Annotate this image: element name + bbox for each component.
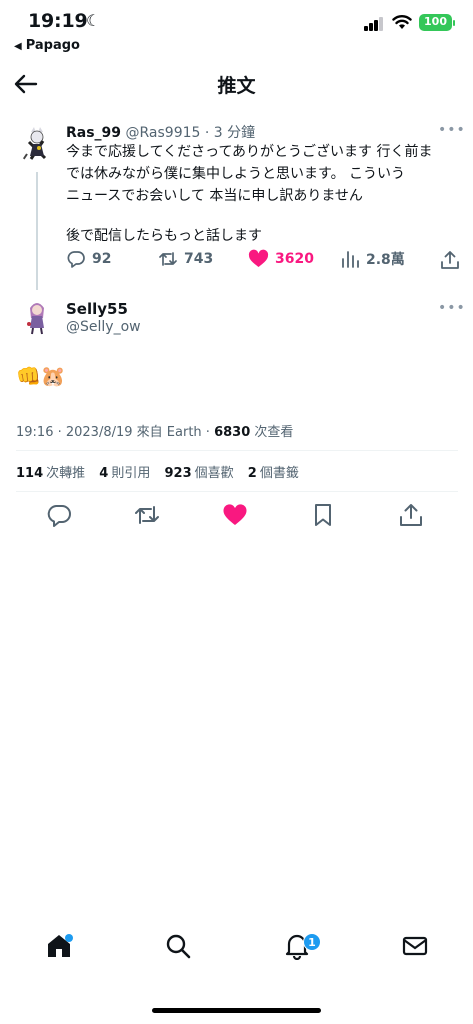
- like-button[interactable]: 3620: [248, 249, 314, 269]
- share-icon[interactable]: [440, 250, 460, 270]
- home-unread-dot: [65, 934, 73, 942]
- tweet-text-line: 今まで応援してくださってありがとうございます 行く前ま: [66, 144, 433, 160]
- reply-icon[interactable]: [46, 502, 72, 528]
- tweet-text: 👊🐹: [16, 364, 66, 388]
- views-count: 6830: [214, 425, 251, 440]
- retweets-stat[interactable]: 114 次轉推: [16, 466, 85, 481]
- tweet-time: 3 分鐘: [213, 125, 256, 141]
- more-options-icon[interactable]: •••: [438, 122, 466, 138]
- tweet-header: Ras_99 @Ras9915 · 3 分鐘: [66, 125, 256, 141]
- reply-icon: [67, 251, 85, 268]
- views-label: 次查看: [254, 425, 294, 440]
- tweet-detail-actions: [0, 502, 473, 532]
- tweet-source: 來自 Earth ·: [136, 425, 210, 440]
- tweet-timestamp: 19:16 · 2023/8/19: [16, 425, 133, 440]
- author-name[interactable]: Ras_99: [66, 125, 121, 141]
- divider: [16, 491, 458, 492]
- thread-line: [36, 172, 38, 290]
- bookmarks-stat[interactable]: 2 個書籤: [248, 466, 299, 481]
- avatar[interactable]: [17, 124, 57, 164]
- notifications-badge: 1: [303, 933, 321, 951]
- search-icon[interactable]: [164, 932, 192, 960]
- mail-icon[interactable]: [401, 932, 429, 960]
- home-indicator[interactable]: [152, 1008, 321, 1013]
- share-icon[interactable]: [398, 502, 424, 528]
- quotes-stat[interactable]: 4 則引用: [99, 466, 150, 481]
- more-options-icon[interactable]: •••: [438, 300, 466, 316]
- author-handle[interactable]: @Ras9915: [126, 125, 201, 141]
- author-name[interactable]: Selly55: [66, 300, 128, 318]
- retweet-icon[interactable]: [134, 502, 160, 528]
- retweet-icon: [159, 252, 177, 266]
- like-count: 3620: [275, 251, 314, 267]
- back-to-app-link[interactable]: ◀ Papago: [14, 38, 80, 53]
- tweet-stats: 114 次轉推 4 則引用 923 個喜歡 2 個書籤: [16, 462, 309, 481]
- reply-button[interactable]: 92: [66, 249, 111, 269]
- tweet-text-line: 後で配信したらもっと話します: [66, 228, 262, 244]
- retweet-button[interactable]: 743: [158, 249, 213, 269]
- status-bar: 19:19 ☾ ◀ Papago 100: [0, 0, 473, 58]
- cellular-signal-icon: [364, 17, 384, 31]
- retweet-count: 743: [184, 251, 214, 267]
- reply-count: 92: [92, 251, 112, 267]
- moon-icon: ☾: [86, 11, 101, 30]
- heart-icon[interactable]: [222, 502, 248, 528]
- battery-indicator: 100: [419, 14, 455, 31]
- avatar[interactable]: [17, 296, 57, 336]
- page-title: 推文: [217, 75, 256, 97]
- heart-icon: [248, 249, 269, 267]
- wifi-icon: [392, 15, 412, 29]
- top-nav: 推文: [0, 62, 473, 106]
- status-time: 19:19: [28, 10, 88, 32]
- tweet-text: 今まで応援してくださってありがとうございます 行く前ま では休みながら僕に集中し…: [66, 141, 466, 247]
- divider: [16, 450, 458, 451]
- bookmark-icon[interactable]: [310, 502, 336, 528]
- tweet-text-line: では休みながら僕に集中しようと思います。 こういう: [66, 166, 406, 182]
- tweet-meta: 19:16 · 2023/8/19 來自 Earth · 6830 次查看: [16, 421, 293, 440]
- views-count: 2.8萬: [366, 252, 405, 268]
- tweet-actions: 92 743 3620 2.8萬: [66, 249, 462, 273]
- likes-stat[interactable]: 923 個喜歡: [165, 466, 234, 481]
- views-button[interactable]: 2.8萬: [340, 249, 405, 269]
- tweet-text-line: ニュースでお会いして 本当に申し訳ありません: [66, 188, 363, 204]
- views-icon: [342, 251, 359, 268]
- author-handle[interactable]: @Selly_ow: [66, 319, 141, 335]
